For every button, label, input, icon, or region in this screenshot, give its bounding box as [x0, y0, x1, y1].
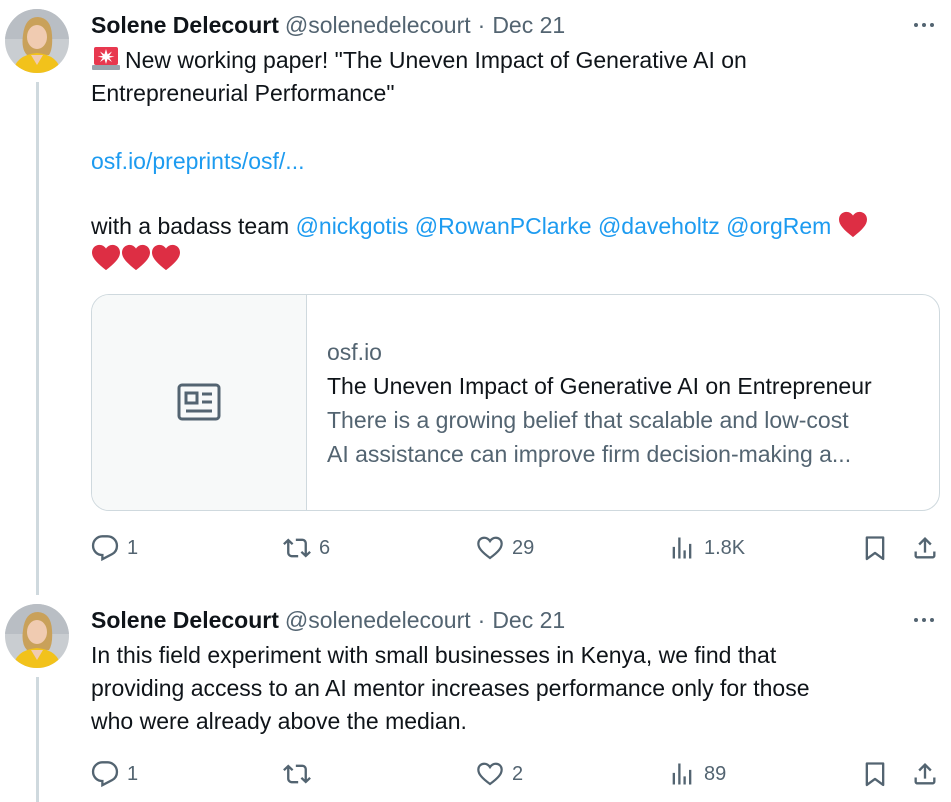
avatar[interactable] — [5, 604, 69, 668]
tweet-date[interactable]: Dec 21 — [492, 607, 565, 634]
reply-button[interactable]: 1 — [91, 756, 138, 792]
like-count: 2 — [512, 762, 524, 785]
tweet-text-line: providing access to an AI mentor increas… — [91, 675, 810, 701]
mention-link[interactable]: @RowanPClarke — [415, 213, 592, 239]
share-button[interactable] — [911, 756, 939, 792]
tweet-link[interactable]: osf.io/preprints/osf/... — [91, 148, 304, 174]
reply-button[interactable]: 1 — [91, 530, 138, 566]
card-description: There is a growing belief that scalable … — [327, 407, 849, 433]
tweet-text-line: In this field experiment with small busi… — [91, 642, 777, 668]
mention-link[interactable]: @daveholtz — [598, 213, 720, 239]
heart-icon — [476, 534, 504, 562]
card-description: AI assistance can improve firm decision-… — [327, 441, 852, 467]
share-button[interactable] — [911, 530, 939, 566]
views-button[interactable]: 1.8K — [668, 530, 745, 566]
tweet-text-line: Entrepreneurial Performance" — [91, 80, 395, 106]
repost-button[interactable] — [283, 756, 319, 792]
tweet[interactable]: Solene Delecourt @solenedelecourt · Dec … — [0, 0, 951, 595]
author-handle[interactable]: @solenedelecourt — [285, 12, 471, 39]
views-icon — [668, 760, 696, 788]
tweet-text: New working paper! "The Uneven Impact of… — [91, 44, 941, 110]
tweet-header: Solene Delecourt @solenedelecourt · Dec … — [91, 10, 565, 40]
team-text: with a badass team — [91, 213, 296, 239]
reply-icon — [91, 534, 119, 562]
tweet-actions: 1 2 89 — [91, 756, 951, 792]
author-name[interactable]: Solene Delecourt — [91, 607, 279, 634]
tweet-text: In this field experiment with small busi… — [91, 639, 941, 738]
mention-link[interactable]: @orgRem — [726, 213, 831, 239]
red-heart-emoji-icon — [838, 211, 868, 239]
card-thumbnail — [92, 295, 307, 510]
views-count: 1.8K — [704, 536, 746, 559]
repost-count: 6 — [319, 536, 331, 559]
share-icon — [911, 534, 939, 562]
author-handle[interactable]: @solenedelecourt — [285, 607, 471, 634]
red-heart-emoji-icon — [151, 244, 181, 272]
mention-link[interactable]: @nickgotis — [296, 213, 409, 239]
reply-count: 1 — [127, 536, 139, 559]
card-body: osf.io The Uneven Impact of Generative A… — [307, 295, 872, 510]
card-title: The Uneven Impact of Generative AI on En… — [327, 373, 872, 399]
views-count: 89 — [704, 762, 727, 785]
article-icon — [177, 383, 221, 420]
like-count: 29 — [512, 536, 535, 559]
siren-emoji-icon — [92, 47, 120, 70]
repost-icon — [283, 760, 311, 788]
avatar[interactable] — [5, 9, 69, 73]
views-icon — [668, 534, 696, 562]
tweet-date[interactable]: Dec 21 — [492, 12, 565, 39]
bookmark-icon — [861, 760, 889, 788]
bookmark-button[interactable] — [861, 530, 889, 566]
tweet-actions: 1 6 29 1.8K — [91, 530, 951, 566]
link-preview-card[interactable]: osf.io The Uneven Impact of Generative A… — [91, 294, 940, 511]
tweet-text-line: New working paper! "The Uneven Impact of… — [125, 47, 747, 73]
thread-line — [36, 82, 39, 595]
red-heart-emoji-icon — [121, 244, 151, 272]
more-options-icon[interactable] — [909, 10, 939, 40]
repost-icon — [283, 534, 311, 562]
repost-button[interactable]: 6 — [283, 530, 330, 566]
tweet[interactable]: Solene Delecourt @solenedelecourt · Dec … — [0, 595, 951, 802]
card-domain: osf.io — [327, 339, 382, 365]
views-button[interactable]: 89 — [668, 756, 726, 792]
red-heart-emoji-icon — [91, 244, 121, 272]
bookmark-icon — [861, 534, 889, 562]
heart-icon — [476, 760, 504, 788]
thread-line — [36, 677, 39, 802]
more-options-icon[interactable] — [909, 605, 939, 635]
tweet-team-line: with a badass team @nickgotis @RowanPCla… — [91, 210, 941, 276]
reply-icon — [91, 760, 119, 788]
tweet-header: Solene Delecourt @solenedelecourt · Dec … — [91, 605, 565, 635]
separator: · — [477, 606, 486, 633]
tweet-link-line: osf.io/preprints/osf/... — [91, 145, 941, 178]
author-name[interactable]: Solene Delecourt — [91, 12, 279, 39]
reply-count: 1 — [127, 762, 139, 785]
like-button[interactable]: 29 — [476, 530, 534, 566]
share-icon — [911, 760, 939, 788]
separator: · — [477, 11, 486, 38]
like-button[interactable]: 2 — [476, 756, 523, 792]
tweet-text-line: who were already above the median. — [91, 708, 467, 734]
bookmark-button[interactable] — [861, 756, 889, 792]
